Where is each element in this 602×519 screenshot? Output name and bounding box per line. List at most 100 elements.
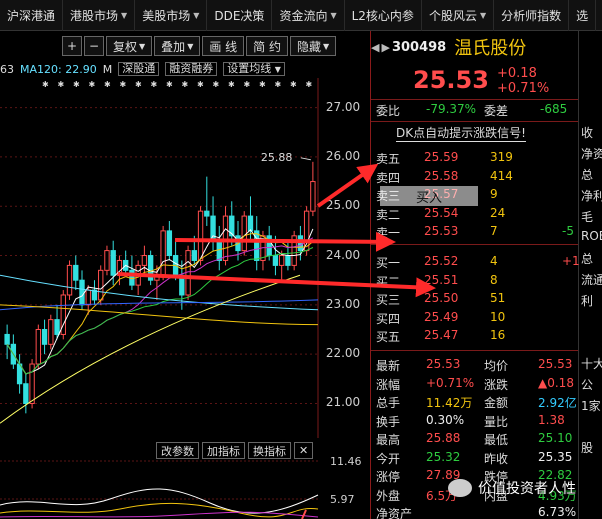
zoom-out-button[interactable]: −: [84, 36, 104, 56]
ma120-value: MA120: 22.90: [20, 62, 97, 76]
candle-body: [79, 279, 85, 306]
bids-row[interactable]: 买三 25.50 51: [374, 290, 578, 309]
candle-body: [191, 250, 198, 261]
bids-price: 25.52: [424, 254, 459, 268]
hide-label: 隐藏: [297, 39, 322, 54]
candle-body: [291, 235, 297, 266]
bids-volume: 4: [490, 254, 498, 268]
chevron-down-icon: ▼: [121, 10, 128, 20]
stat-label: 涨跌: [484, 377, 509, 392]
nav-tab-2[interactable]: 美股市场 ▼: [135, 0, 208, 31]
bids-price: 25.51: [424, 272, 459, 287]
asks-row[interactable]: 卖一 25.53 7 -5: [374, 223, 578, 242]
margin-trading-chip[interactable]: 融资融券: [165, 62, 218, 76]
nav-tab-label: 选: [576, 8, 589, 23]
bids-label: 买四: [376, 311, 401, 326]
candle-body: [303, 210, 310, 252]
y-tick-label: 26.00: [325, 148, 361, 163]
watermark-text: 价值投资者人性: [478, 481, 576, 497]
candle-body: [147, 255, 154, 281]
draw-line-button[interactable]: 画 线: [202, 36, 245, 56]
candle-body: [204, 210, 210, 217]
weicha-label: 委差: [484, 104, 509, 118]
nav-tab-4[interactable]: 资金流向 ▼: [272, 0, 345, 31]
signal-link[interactable]: DK点自动提示涨跌信号!: [396, 124, 526, 142]
asks-volume: 319: [490, 150, 513, 164]
chevron-down-icon: ▼: [193, 10, 200, 20]
chevron-down-icon: ▼: [139, 41, 146, 51]
right-strip-item: 毛: [581, 210, 594, 224]
asks-price: 25.53: [424, 224, 459, 238]
zoom-in-button[interactable]: +: [62, 36, 82, 56]
nav-tab-1[interactable]: 港股市场 ▼: [63, 0, 136, 31]
stat-label: 外盘: [376, 488, 401, 503]
bids-volume: 16: [490, 328, 506, 342]
sub-indicator-chart[interactable]: [0, 455, 370, 519]
hide-dropdown[interactable]: 隐藏 ▼: [290, 36, 337, 56]
ma-settings-label: 设置均线: [227, 62, 272, 75]
stat-value: 25.35: [538, 449, 573, 464]
candle-body: [66, 264, 73, 296]
candle-body: [141, 255, 148, 266]
wechat-logo-icon: [448, 479, 472, 497]
signal-star-icon: ✱: [58, 80, 65, 89]
bids-volume: 10: [490, 309, 506, 324]
stat-label: 昨收: [484, 451, 509, 466]
bid-book: 买一 25.52 4 +1 买二 25.51 8 买三 25.50 51 买四 25.49 10 买五 25…: [374, 253, 580, 346]
asks-row[interactable]: 卖二 25.54 24: [374, 205, 578, 224]
right-strip-item: 股: [581, 441, 594, 455]
nav-tab-label: 沪深港通: [7, 8, 56, 23]
bids-row[interactable]: 买四 25.49 10: [374, 309, 578, 328]
signal-star-icon: ✱: [120, 80, 127, 89]
asks-change: -5: [562, 224, 574, 238]
nav-tab-8[interactable]: 选: [569, 0, 597, 31]
shengutong-chip[interactable]: 深股通: [118, 62, 160, 76]
overlay-dropdown[interactable]: 叠加 ▼: [154, 36, 201, 56]
signal-star-icon: ✱: [306, 80, 313, 89]
prev-stock-icon[interactable]: ◀: [371, 41, 379, 54]
stats-row: 净资产 6.73%: [374, 504, 578, 519]
asks-volume: 9: [490, 187, 498, 201]
change-value: +0.18: [497, 66, 537, 81]
bids-row[interactable]: 买五 25.47 16: [374, 327, 578, 346]
candle-body: [166, 230, 173, 257]
asks-row[interactable]: 卖四 25.58 414: [374, 168, 578, 187]
nav-tab-7[interactable]: 分析师指数: [494, 0, 570, 31]
weibi-value: -79.37%: [426, 102, 477, 116]
nav-tab-3[interactable]: DDE决策: [207, 0, 273, 31]
stats-row: 总手 11.42万 金额 2.92亿: [374, 393, 578, 412]
stat-label: 净资产: [376, 507, 413, 519]
divider: [371, 99, 578, 100]
nav-tab-label: 分析师指数: [501, 8, 562, 23]
stat-value: +0.71%: [426, 375, 475, 390]
candle-body: [241, 215, 247, 252]
right-strip-item: 净资: [581, 147, 602, 161]
ma-settings-dropdown[interactable]: 设置均线 ▼: [223, 62, 285, 76]
candle-body: [278, 255, 285, 266]
stat-value: 1.38: [538, 412, 565, 427]
current-price: 25.53: [413, 66, 489, 94]
asks-row[interactable]: 卖五 25.59 319: [374, 149, 578, 168]
candle-body: [135, 264, 141, 286]
right-strip-item: 1家: [581, 399, 601, 413]
right-strip-item: 收: [581, 126, 594, 140]
nav-tab-0[interactable]: 沪深港通: [0, 0, 64, 31]
bids-row[interactable]: 买一 25.52 4 +1: [374, 253, 580, 272]
right-strip-item: 总: [581, 168, 594, 182]
nav-tab-6[interactable]: 个股风云 ▼: [422, 0, 495, 31]
right-divider: [578, 31, 579, 519]
simple-mode-button[interactable]: 简 约: [246, 36, 288, 56]
sub-axis-top-label: 11.46: [330, 455, 362, 468]
fuquan-dropdown[interactable]: 复权 ▼: [106, 36, 153, 56]
stock-name: 温氏股份: [454, 38, 527, 59]
nav-tab-5[interactable]: L2核心内参: [345, 0, 422, 31]
stat-value: ▲0.18: [538, 375, 574, 390]
next-stock-icon[interactable]: ▶: [381, 41, 389, 54]
bids-row[interactable]: 买二 25.51 8: [374, 272, 578, 291]
asks-label: 卖一: [376, 226, 401, 240]
buy-button[interactable]: 买入: [380, 186, 478, 206]
right-strip-item: 公: [581, 378, 594, 392]
asks-price: 25.58: [424, 168, 459, 183]
candlestick-chart[interactable]: 25.88 ✱ ✱ ✱ ✱ ✱ ✱ ✱ ✱ ✱ ✱ ✱ ✱ ✱ ✱ ✱ ✱ ✱ ✱: [0, 78, 370, 438]
divider: [371, 121, 578, 122]
